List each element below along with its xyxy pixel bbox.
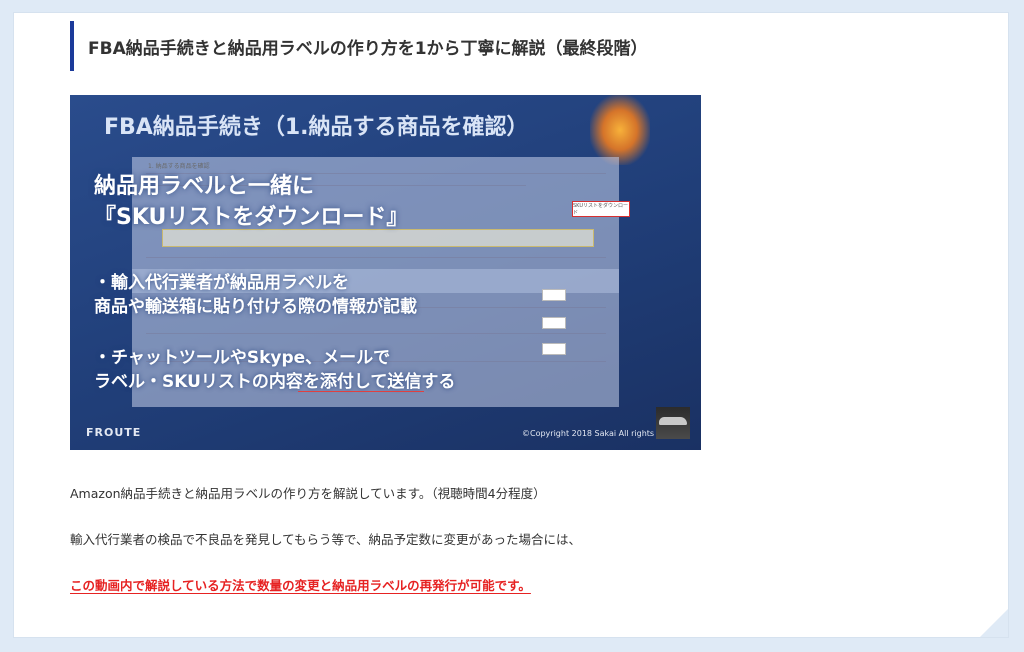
sku-download-button: SKUリストをダウンロード [572, 201, 630, 217]
article-heading-text: FBA納品手続きと納品用ラベルの作り方を1から丁寧に解説（最終段階） [88, 38, 648, 59]
video-thumbnail[interactable]: 1. 納品する商品を確認 SKUリストをダウンロード FBA納品手続き（1.納品… [70, 95, 701, 450]
flame-decoration [590, 95, 650, 165]
car-icon [656, 407, 690, 439]
brand-logo: FROUTE [86, 426, 142, 439]
red-underline-mark [298, 391, 424, 392]
copyright-text: ©Copyright 2018 Sakai All rights [522, 429, 655, 438]
video-title: FBA納品手続き（1.納品する商品を確認） [104, 115, 529, 140]
video-bullet-2: ・チャットツールやSkype、メールで ラベル・SKUリストの内容を添付して送信… [94, 348, 456, 392]
video-bullet-1: ・輸入代行業者が納品用ラベルを 商品や輸送箱に貼り付ける際の情報が記載 [94, 273, 417, 317]
video-main-caption: 納品用ラベルと一緒に 『SKUリストをダウンロード』 [94, 174, 409, 230]
article-heading: FBA納品手続きと納品用ラベルの作り方を1から丁寧に解説（最終段階） [70, 21, 710, 71]
paragraph-highlight: この動画内で解説している方法で数量の変更と納品用ラベルの再発行が可能です。 [70, 578, 531, 593]
paragraph-intro: Amazon納品手続きと納品用ラベルの作り方を解説しています。（視聴時間4分程度… [70, 486, 546, 501]
screen-title: 1. 納品する商品を確認 [148, 163, 210, 170]
content-card: FBA納品手続きと納品用ラベルの作り方を1から丁寧に解説（最終段階） 1. 納品… [13, 12, 1009, 638]
paragraph-detail: 輸入代行業者の検品で不良品を発見してもらう等で、納品予定数に変更があった場合には… [70, 532, 582, 547]
page-corner-fold [980, 609, 1008, 637]
